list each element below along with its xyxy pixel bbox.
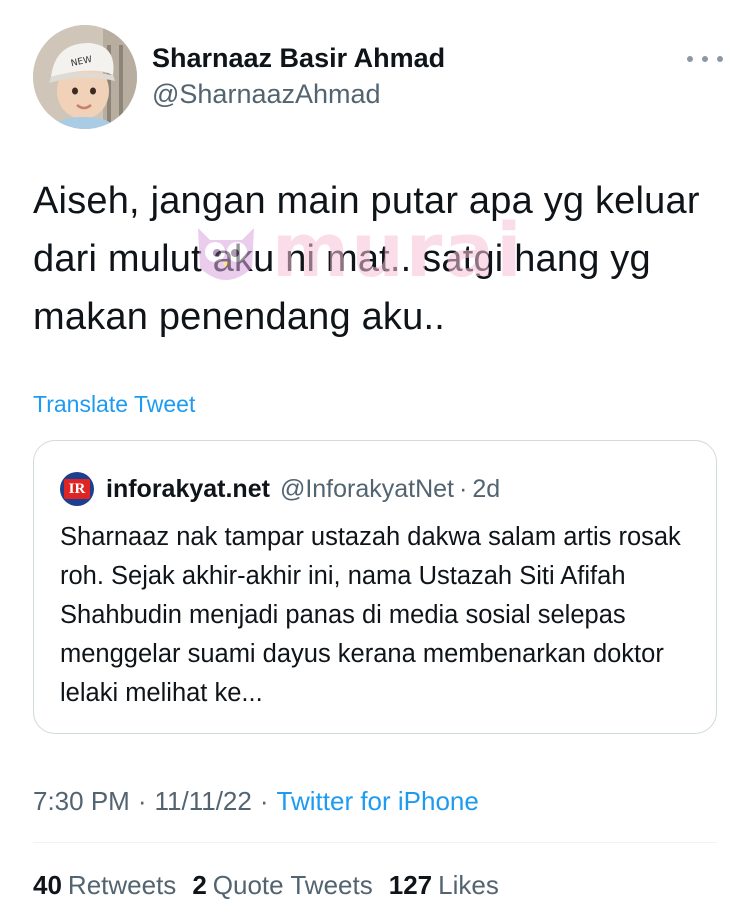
likes-count: 127 <box>388 870 433 900</box>
likes-stat[interactable]: 127 Likes <box>389 868 499 902</box>
author-block: Sharnaaz Basir Ahmad @SharnaazAhmad <box>152 41 445 111</box>
avatar[interactable]: NEW <box>33 25 137 129</box>
quoted-tweet-header: IR inforakyat.net @InforakyatNet · 2d <box>60 471 500 507</box>
tweet-stats: 40 Retweets 2 Quote Tweets 127 Likes <box>33 868 515 902</box>
more-horizontal-icon <box>687 56 693 62</box>
logo-text: IR <box>64 479 90 499</box>
quoted-tweet-text: Sharnaaz nak tampar ustazah dakwa salam … <box>60 523 681 707</box>
tweet-date[interactable]: 11/11/22 <box>155 786 252 816</box>
retweets-stat[interactable]: 40 Retweets <box>33 868 176 902</box>
tweet-header: NEW Sharnaaz Basir Ahmad @SharnaazAhmad <box>33 25 723 129</box>
more-options-button[interactable] <box>687 51 723 67</box>
quote-tweets-count: 2 <box>192 870 207 900</box>
quote-tweets-stat[interactable]: 2 Quote Tweets <box>192 868 372 902</box>
quoted-author-handle[interactable]: @InforakyatNet <box>280 475 454 504</box>
quoted-tweet-card[interactable]: IR inforakyat.net @InforakyatNet · 2d Sh… <box>33 440 717 734</box>
author-handle[interactable]: @SharnaazAhmad <box>152 77 445 111</box>
tweet-meta: 7:30 PM · 11/11/22 · Twitter for iPhone <box>33 784 479 818</box>
quoted-tweet-time[interactable]: 2d <box>472 475 500 504</box>
tweet-text: Aiseh, jangan main putar apa yg keluar d… <box>33 180 700 338</box>
retweets-count: 40 <box>33 870 62 900</box>
separator: · <box>137 786 147 816</box>
divider <box>33 842 717 843</box>
quoted-author-name[interactable]: inforakyat.net <box>106 475 270 504</box>
author-display-name[interactable]: Sharnaaz Basir Ahmad <box>152 41 445 75</box>
likes-label: Likes <box>438 870 499 900</box>
profile-photo-icon: NEW <box>33 25 137 129</box>
separator: · <box>259 786 269 816</box>
tweet-time[interactable]: 7:30 PM <box>33 786 130 816</box>
inforakyat-logo-icon[interactable]: IR <box>60 472 94 506</box>
quote-tweets-label: Quote Tweets <box>212 870 373 900</box>
retweets-label: Retweets <box>67 870 177 900</box>
translate-tweet-link[interactable]: Translate Tweet <box>33 390 195 418</box>
tweet-source-link[interactable]: Twitter for iPhone <box>277 786 479 816</box>
separator: · <box>459 474 468 503</box>
